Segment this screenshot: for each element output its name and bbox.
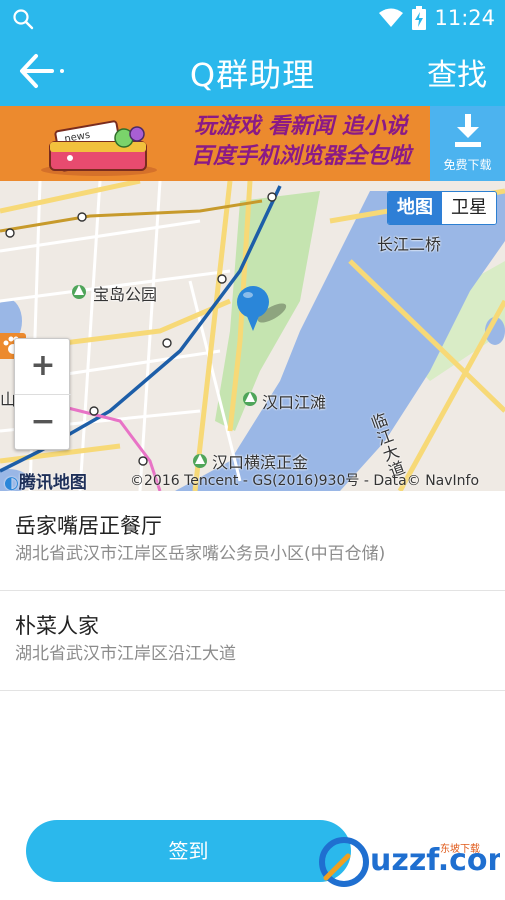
place-address: 湖北省武汉市江岸区沿江大道 bbox=[15, 644, 236, 664]
search-button[interactable]: 查找 bbox=[427, 50, 487, 94]
map-label-bridge: 长江二桥 bbox=[377, 235, 442, 254]
status-time: 11:24 bbox=[434, 6, 495, 30]
map-provider-logo: ◐腾讯地图 bbox=[4, 468, 87, 491]
zoom-controls: + − bbox=[14, 338, 71, 451]
list-item[interactable]: 岳家嘴居正餐厅 湖北省武汉市江岸区岳家嘴公务员小区(中百仓储) bbox=[0, 491, 505, 591]
place-list: 岳家嘴居正餐厅 湖北省武汉市江岸区岳家嘴公务员小区(中百仓储) 朴菜人家 湖北省… bbox=[0, 491, 505, 691]
checkin-button[interactable]: 签到 bbox=[26, 820, 351, 882]
app-header: Q群助理 查找 bbox=[0, 36, 505, 106]
wifi-icon bbox=[379, 8, 404, 27]
ad-subline: 百度手机浏览器全包啦 bbox=[190, 144, 411, 169]
svg-text:uzzf.com: uzzf.com bbox=[370, 843, 500, 878]
status-bar: 11:24 bbox=[0, 0, 505, 36]
zoom-in-button[interactable]: + bbox=[15, 339, 71, 395]
download-label: 免费下载 bbox=[443, 158, 492, 172]
ad-banner[interactable]: news 玩游戏 看新闻 追小说 百度手机浏览器全包啦 免费下载 bbox=[0, 106, 505, 181]
map-type-toggle: 地图 卫星 bbox=[387, 191, 497, 225]
list-item[interactable]: 朴菜人家 湖北省武汉市江岸区沿江大道 bbox=[0, 591, 505, 691]
place-address: 湖北省武汉市江岸区岳家嘴公务员小区(中百仓储) bbox=[15, 544, 386, 564]
place-name: 朴菜人家 bbox=[15, 614, 99, 638]
map-logo-text: 腾讯地图 bbox=[18, 473, 87, 491]
app-root: 11:24 Q群助理 查找 news 玩游戏 看新闻 追小说 百度手机浏览器全包… bbox=[0, 0, 505, 900]
watermark-logo: uzzf.com 东坡下载 bbox=[319, 837, 500, 887]
battery-charging-icon bbox=[412, 6, 427, 30]
map-copyright: ©2016 Tencent - GS(2016)930号 - Data© Nav… bbox=[130, 473, 480, 489]
search-icon bbox=[13, 9, 34, 30]
place-name: 岳家嘴居正餐厅 bbox=[15, 514, 162, 538]
map-label-park: 宝岛公园 bbox=[93, 285, 158, 304]
ad-download-button[interactable]: 免费下载 bbox=[430, 106, 505, 181]
svg-text:东坡下载: 东坡下载 bbox=[440, 842, 480, 855]
map-type-satellite-button[interactable]: 卫星 bbox=[442, 192, 496, 224]
ad-illustration-icon: news bbox=[41, 120, 157, 176]
map-type-map-button[interactable]: 地图 bbox=[388, 192, 442, 224]
map-view[interactable]: 宝岛公园 长江二桥 汉口江滩 汉口横滨正金 山 临江大道 地图 卫星 + − ◐… bbox=[0, 181, 505, 491]
map-label-beach: 汉口江滩 bbox=[262, 393, 327, 412]
zoom-out-button[interactable]: − bbox=[15, 395, 71, 451]
status-indicators: 11:24 bbox=[378, 4, 495, 32]
map-canvas bbox=[0, 181, 505, 491]
ad-copy: 玩游戏 看新闻 追小说 百度手机浏览器全包啦 bbox=[172, 112, 430, 172]
ad-headline: 玩游戏 看新闻 追小说 bbox=[194, 114, 408, 139]
map-logo-icon: ◐ bbox=[4, 473, 19, 491]
download-icon bbox=[455, 114, 481, 147]
